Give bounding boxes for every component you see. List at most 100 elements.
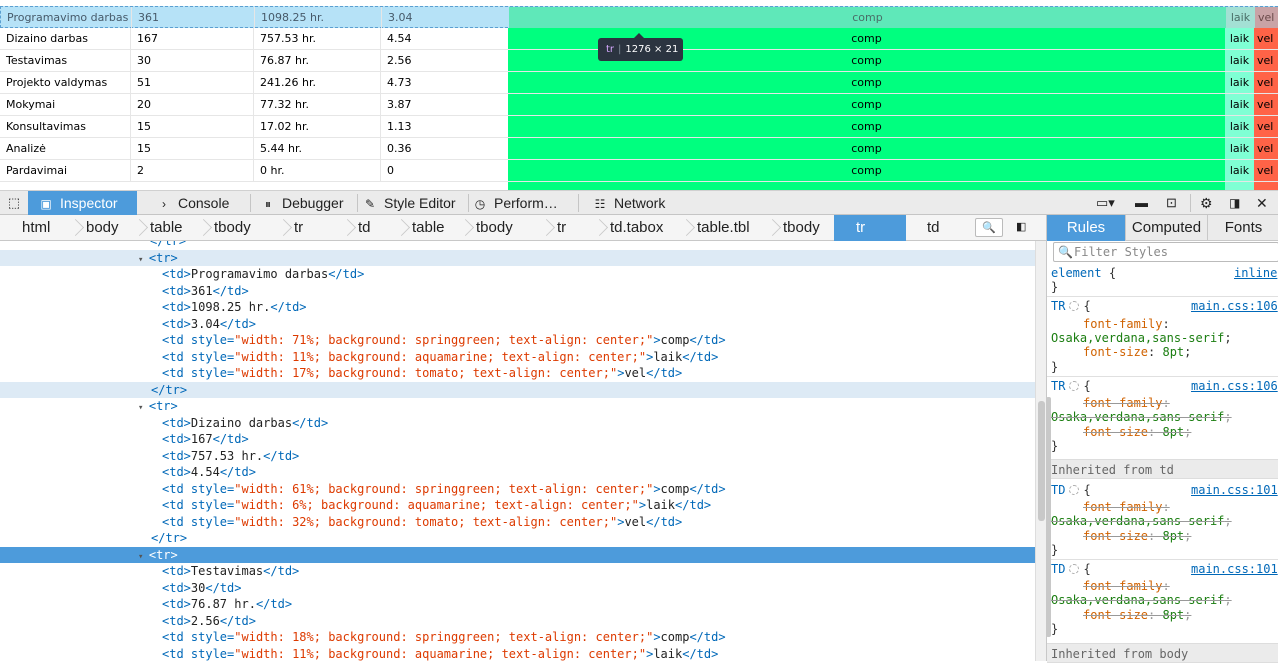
breadcrumb-item[interactable]: td [358,215,371,241]
breadcrumb-item[interactable]: tbody [783,215,820,241]
gear-icon[interactable] [1069,564,1080,574]
tab-inspector[interactable]: ▣ Inspector [28,191,137,215]
markup-tag: <tr> [148,547,178,562]
markup-line[interactable]: </tr> [0,381,1035,398]
markup-text: laik [646,498,676,512]
markup-line[interactable]: <td>3.04</td> [0,316,1035,333]
expand-twisty-icon[interactable]: ▾ [138,552,149,562]
rule-source-link[interactable]: inline [1234,266,1277,280]
comp-cell [508,182,1225,190]
breadcrumb-item[interactable]: tbody [476,215,513,241]
expand-twisty-icon[interactable]: ▾ [138,255,149,265]
gear-icon[interactable] [1069,381,1080,391]
markup-line[interactable]: <td style="width: 11%; background: aquam… [0,646,1035,662]
markup-line[interactable]: <td>76.87 hr.</td> [0,596,1035,613]
rule-property-overridden[interactable]: font-family: [1083,500,1170,514]
markup-line[interactable]: <td>1098.25 hr.</td> [0,299,1035,316]
tab-console[interactable]: › Console [150,191,250,215]
markup-line[interactable]: ▾ <tr> [0,249,1035,266]
tab-computed[interactable]: Computed [1125,215,1207,241]
markup-line[interactable]: <td style="width: 11%; background: aquam… [0,349,1035,366]
tab-performance[interactable]: ◷ Perform… [470,191,578,215]
screenshot-icon[interactable]: ⊡ [1166,191,1182,215]
tab-debugger[interactable]: ⏸ Debugger [256,191,356,215]
markup-line[interactable]: ▾ <tr> [0,398,1035,415]
rule-value-overridden[interactable]: Osaka,verdana,sans-serif; [1051,514,1232,528]
rule-property-overridden[interactable]: font-family: [1083,396,1170,410]
tab-style-editor[interactable]: ✎ Style Editor [360,191,468,215]
markup-line[interactable]: <td>4.54</td> [0,464,1035,481]
breadcrumb-item[interactable]: tr [294,215,303,241]
vel-cell: vel [1254,116,1278,137]
gear-icon[interactable] [1069,301,1080,311]
row-ratio: 2.56 [387,54,412,67]
breadcrumb-item[interactable]: table [412,215,445,241]
rule-property-overridden[interactable]: font-size: 8pt; [1083,608,1191,622]
breadcrumb-item[interactable]: tr [557,215,566,241]
breadcrumb-item[interactable]: td [927,215,940,241]
markup-line[interactable]: ▾ <tr> [0,546,1035,563]
markup-line[interactable]: </tr> [0,241,1035,250]
markup-line[interactable]: <td style="width: 71%; background: sprin… [0,332,1035,349]
tooltip-size: 1276 × 21 [625,44,679,55]
markup-line[interactable]: <td>Testavimas</td> [0,563,1035,580]
breadcrumb-item[interactable]: body [86,215,119,241]
tab-fonts[interactable]: Fonts [1207,215,1278,241]
rule-property-overridden[interactable]: font-family: [1083,579,1170,593]
row-count: 2 [131,160,254,181]
search-icon[interactable]: 🔍 [975,218,1003,237]
tab-network[interactable]: ☷ Network [590,191,690,215]
close-icon[interactable]: ✕ [1256,191,1272,215]
markup-line[interactable]: <td style="width: 18%; background: sprin… [0,629,1035,646]
markup-line[interactable]: <td style="width: 17%; background: tomat… [0,365,1035,382]
gear-icon[interactable] [1069,485,1080,495]
row-name: Analizė [0,138,131,159]
breadcrumb-item[interactable]: table.tbl [697,215,750,241]
markup-line[interactable]: <td>Programavimo darbas</td> [0,266,1035,283]
markup-line[interactable]: <td>2.56</td> [0,613,1035,630]
rule-source-link[interactable]: main.css:101 [1191,483,1278,497]
expand-twisty-icon[interactable]: ▾ [138,403,149,413]
row-hours: 77.32 hr. [254,94,381,115]
rule-property-overridden[interactable]: font-size: 8pt; [1083,529,1191,543]
markup-line[interactable]: <td style="width: 6%; background: aquama… [0,497,1035,514]
row-hours: 0 hr. [254,160,381,181]
rule-property-overridden[interactable]: font-size: 8pt; [1083,425,1191,439]
gear-icon[interactable]: ⚙ [1200,191,1216,215]
markup-line[interactable]: <td style="width: 32%; background: tomat… [0,514,1035,531]
scrollbar-thumb[interactable] [1038,401,1045,521]
rule-property[interactable]: font-family: [1083,317,1170,331]
vel-cell: vel [1254,72,1278,93]
breadcrumb-item[interactable]: td.tabox [610,215,663,241]
responsive-icon[interactable]: ▭▾ [1096,191,1122,215]
inspected-page: Programavimo darbas 361 1098.25 hr. 3.04 com… [0,0,1278,190]
markup-line[interactable]: <td style="width: 61%; background: sprin… [0,481,1035,498]
markup-text: comp [660,630,690,644]
rule-source-link[interactable]: main.css:106 [1191,379,1278,393]
markup-line[interactable]: <td>Dizaino darbas</td> [0,415,1035,432]
rule-source-link[interactable]: main.css:106 [1191,299,1278,313]
breadcrumb-item[interactable]: tbody [214,215,251,241]
rule-value-overridden[interactable]: Osaka,verdana,sans-serif; [1051,593,1232,607]
markup-line[interactable]: <td>30</td> [0,580,1035,597]
rule-source-link[interactable]: main.css:101 [1191,562,1278,576]
markup-line[interactable]: <td>361</td> [0,283,1035,300]
breadcrumb-item[interactable]: table [150,215,183,241]
sidebar-toggle-icon[interactable]: ◧ [1016,220,1030,234]
rule-property[interactable]: font-size: 8pt; [1083,345,1191,359]
filter-styles-input[interactable]: 🔍 Filter Styles [1053,242,1278,262]
rule-value[interactable]: Osaka,verdana,sans-serif; [1051,331,1232,345]
markup-line[interactable]: <td>167</td> [0,431,1035,448]
breadcrumb-separator [132,215,142,241]
split-console-icon[interactable]: ▬ [1135,191,1151,215]
sidebar-scrollbar[interactable] [1046,397,1051,637]
pick-element-icon[interactable]: ⬚ [4,191,24,215]
breadcrumb-item[interactable]: html [22,215,50,241]
breadcrumb-item[interactable]: tr [834,215,906,241]
rule-value-overridden[interactable]: Osaka,verdana,sans-serif; [1051,410,1232,424]
row-ratio: 1.13 [387,120,412,133]
markup-line[interactable]: <td>757.53 hr.</td> [0,448,1035,465]
markup-line[interactable]: </tr> [0,530,1035,547]
dock-side-icon[interactable]: ◨ [1229,191,1245,215]
tab-rules[interactable]: Rules [1047,215,1125,241]
